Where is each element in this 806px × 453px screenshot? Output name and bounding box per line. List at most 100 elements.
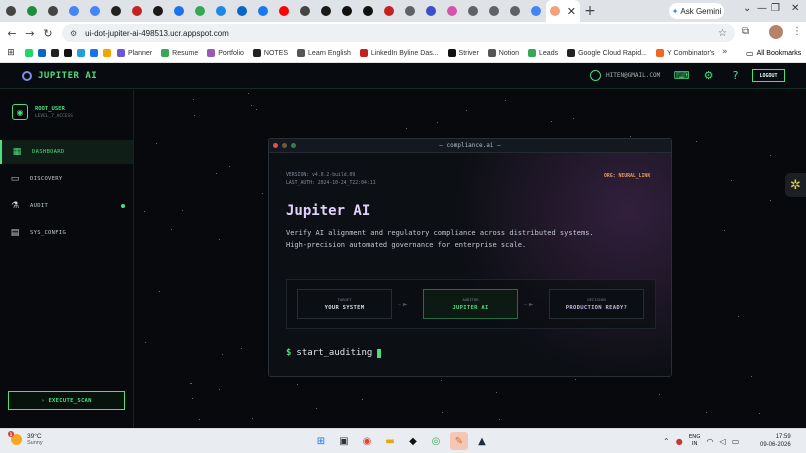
- bookmark-icon-only[interactable]: [100, 49, 113, 57]
- terminal-app-icon[interactable]: ◆: [404, 432, 422, 450]
- language-indicator[interactable]: ENG IN: [689, 434, 701, 448]
- browser-tab[interactable]: [210, 0, 231, 22]
- browser-tab[interactable]: [231, 0, 252, 22]
- bookmark-icon-only[interactable]: [61, 49, 74, 57]
- browser-tab[interactable]: [315, 0, 336, 22]
- bookmark-item[interactable]: Resume: [161, 49, 198, 57]
- minimize-icon[interactable]: —: [757, 3, 767, 14]
- battery-icon[interactable]: ▭: [732, 437, 740, 446]
- bookmark-item[interactable]: Leads: [528, 49, 558, 57]
- ide-app-icon[interactable]: ▲: [473, 432, 491, 450]
- bookmark-item[interactable]: Learn English: [297, 49, 351, 57]
- browser-tab[interactable]: [378, 0, 399, 22]
- active-tab[interactable]: ✕: [546, 0, 580, 22]
- bookmark-item[interactable]: LinkedIn Byline Das...: [359, 49, 439, 57]
- app-viewport: JUPITER AI HITEN@GMAIL.COM ⌨ ⚙ ? LOGOUT …: [0, 63, 806, 428]
- extensions-icon[interactable]: ⧉: [742, 26, 749, 37]
- chrome-icon[interactable]: ◎: [427, 432, 445, 450]
- window-close-icon[interactable]: ✕: [791, 3, 799, 14]
- browser-tab[interactable]: [294, 0, 315, 22]
- reload-icon[interactable]: ↻: [39, 27, 57, 40]
- tab-search-icon[interactable]: ⌄: [743, 3, 751, 14]
- forward-icon[interactable]: →: [21, 27, 39, 40]
- chrome-profile-icon[interactable]: ◉: [358, 432, 376, 450]
- bookmark-icon-only[interactable]: [48, 49, 61, 57]
- browser-tab[interactable]: [21, 0, 42, 22]
- all-bookmarks[interactable]: ▭ All Bookmarks: [746, 49, 801, 58]
- tab-close-icon[interactable]: ✕: [567, 5, 576, 18]
- help-icon[interactable]: ?: [729, 69, 742, 82]
- browser-tab[interactable]: [252, 0, 273, 22]
- new-tab-button[interactable]: +: [580, 3, 600, 19]
- browser-tab[interactable]: [63, 0, 84, 22]
- browser-tab[interactable]: [504, 0, 525, 22]
- tab-favicon-icon: [236, 6, 247, 16]
- bookmark-icon-only[interactable]: [22, 49, 35, 57]
- apps-grid-icon[interactable]: ⊞: [0, 48, 22, 58]
- bookmark-star-icon[interactable]: ☆: [718, 28, 727, 39]
- sidebar-item-audit[interactable]: ⚗ AUDIT: [0, 194, 133, 218]
- file-explorer-icon[interactable]: ▬: [381, 432, 399, 450]
- assistant-widget-icon[interactable]: ✲: [785, 173, 806, 197]
- url-bar[interactable]: ⚙ ui-dot-jupiter-ai-498513.ucr.appspot.c…: [62, 24, 735, 42]
- sidebar-item-dashboard[interactable]: ▦ DASHBOARD: [0, 140, 133, 164]
- execute-scan-button[interactable]: › EXECUTE_SCAN: [8, 391, 125, 410]
- bookmark-icon-only[interactable]: [35, 49, 48, 57]
- bookmark-favicon-icon: [207, 49, 216, 57]
- browser-tab[interactable]: [0, 0, 21, 22]
- browser-tab[interactable]: [462, 0, 483, 22]
- browser-tab[interactable]: [357, 0, 378, 22]
- command-prompt[interactable]: $ start_auditing: [286, 348, 382, 358]
- sidebar-item-discovery[interactable]: ▭ DISCOVERY: [0, 167, 133, 191]
- bookmark-icon-only[interactable]: [87, 49, 100, 57]
- bookmark-favicon-icon: [161, 49, 170, 57]
- wifi-icon[interactable]: ◠: [707, 437, 714, 446]
- logout-button[interactable]: LOGOUT: [752, 69, 785, 82]
- browser-tab[interactable]: [42, 0, 63, 22]
- bookmark-item[interactable]: NOTES: [252, 49, 288, 57]
- show-hidden-icon[interactable]: ⌃: [663, 437, 670, 446]
- site-info-icon[interactable]: ⚙: [70, 29, 77, 38]
- active-app-icon[interactable]: ✎: [450, 432, 468, 450]
- antivirus-icon[interactable]: ●: [676, 437, 683, 446]
- user-account[interactable]: HITEN@GMAIL.COM: [590, 70, 660, 81]
- back-icon[interactable]: ←: [3, 27, 21, 40]
- browser-tab[interactable]: [336, 0, 357, 22]
- terminal-icon[interactable]: ⌨: [674, 69, 690, 82]
- star-decoration: [696, 141, 697, 142]
- profile-avatar[interactable]: [769, 25, 783, 39]
- browser-tab[interactable]: [483, 0, 504, 22]
- more-bookmarks-icon[interactable]: »: [722, 47, 728, 57]
- ask-gemini-button[interactable]: ✦ Ask Gemini: [669, 3, 724, 19]
- browser-tab[interactable]: [105, 0, 126, 22]
- volume-icon[interactable]: ◁: [720, 437, 726, 446]
- bookmark-item[interactable]: Planner: [117, 49, 152, 57]
- restore-icon[interactable]: ❐: [771, 3, 780, 14]
- browser-tab[interactable]: [420, 0, 441, 22]
- clock[interactable]: 17:59 09-06-2026: [760, 433, 791, 449]
- browser-menu-icon[interactable]: ⋮: [792, 26, 802, 37]
- bookmark-item[interactable]: Notion: [487, 49, 519, 57]
- sidebar-item-sys-config[interactable]: ▤ SYS_CONFIG: [0, 221, 133, 245]
- brand[interactable]: JUPITER AI: [22, 70, 97, 81]
- bookmark-item[interactable]: Striver: [447, 49, 479, 57]
- bookmark-icon-only[interactable]: [74, 49, 87, 57]
- windows-start-icon[interactable]: ⊞: [312, 432, 330, 450]
- url-text[interactable]: ui-dot-jupiter-ai-498513.ucr.appspot.com: [85, 29, 229, 38]
- star-decoration: [193, 99, 194, 100]
- browser-tab[interactable]: [147, 0, 168, 22]
- bookmark-item[interactable]: Google Cloud Rapid...: [567, 49, 647, 57]
- task-view-icon[interactable]: ▣: [335, 432, 353, 450]
- browser-tab[interactable]: [273, 0, 294, 22]
- browser-tab[interactable]: [525, 0, 546, 22]
- browser-tab[interactable]: [441, 0, 462, 22]
- browser-tab[interactable]: [399, 0, 420, 22]
- browser-tab[interactable]: [126, 0, 147, 22]
- browser-tab[interactable]: [189, 0, 210, 22]
- browser-tab[interactable]: [84, 0, 105, 22]
- browser-tab[interactable]: [168, 0, 189, 22]
- bookmark-item[interactable]: Y Combinator's: [655, 49, 715, 57]
- bookmark-item[interactable]: Portfolio: [207, 49, 244, 57]
- weather-widget[interactable]: 1 39°C Sunny: [8, 431, 43, 446]
- gear-icon[interactable]: ⚙: [702, 69, 715, 82]
